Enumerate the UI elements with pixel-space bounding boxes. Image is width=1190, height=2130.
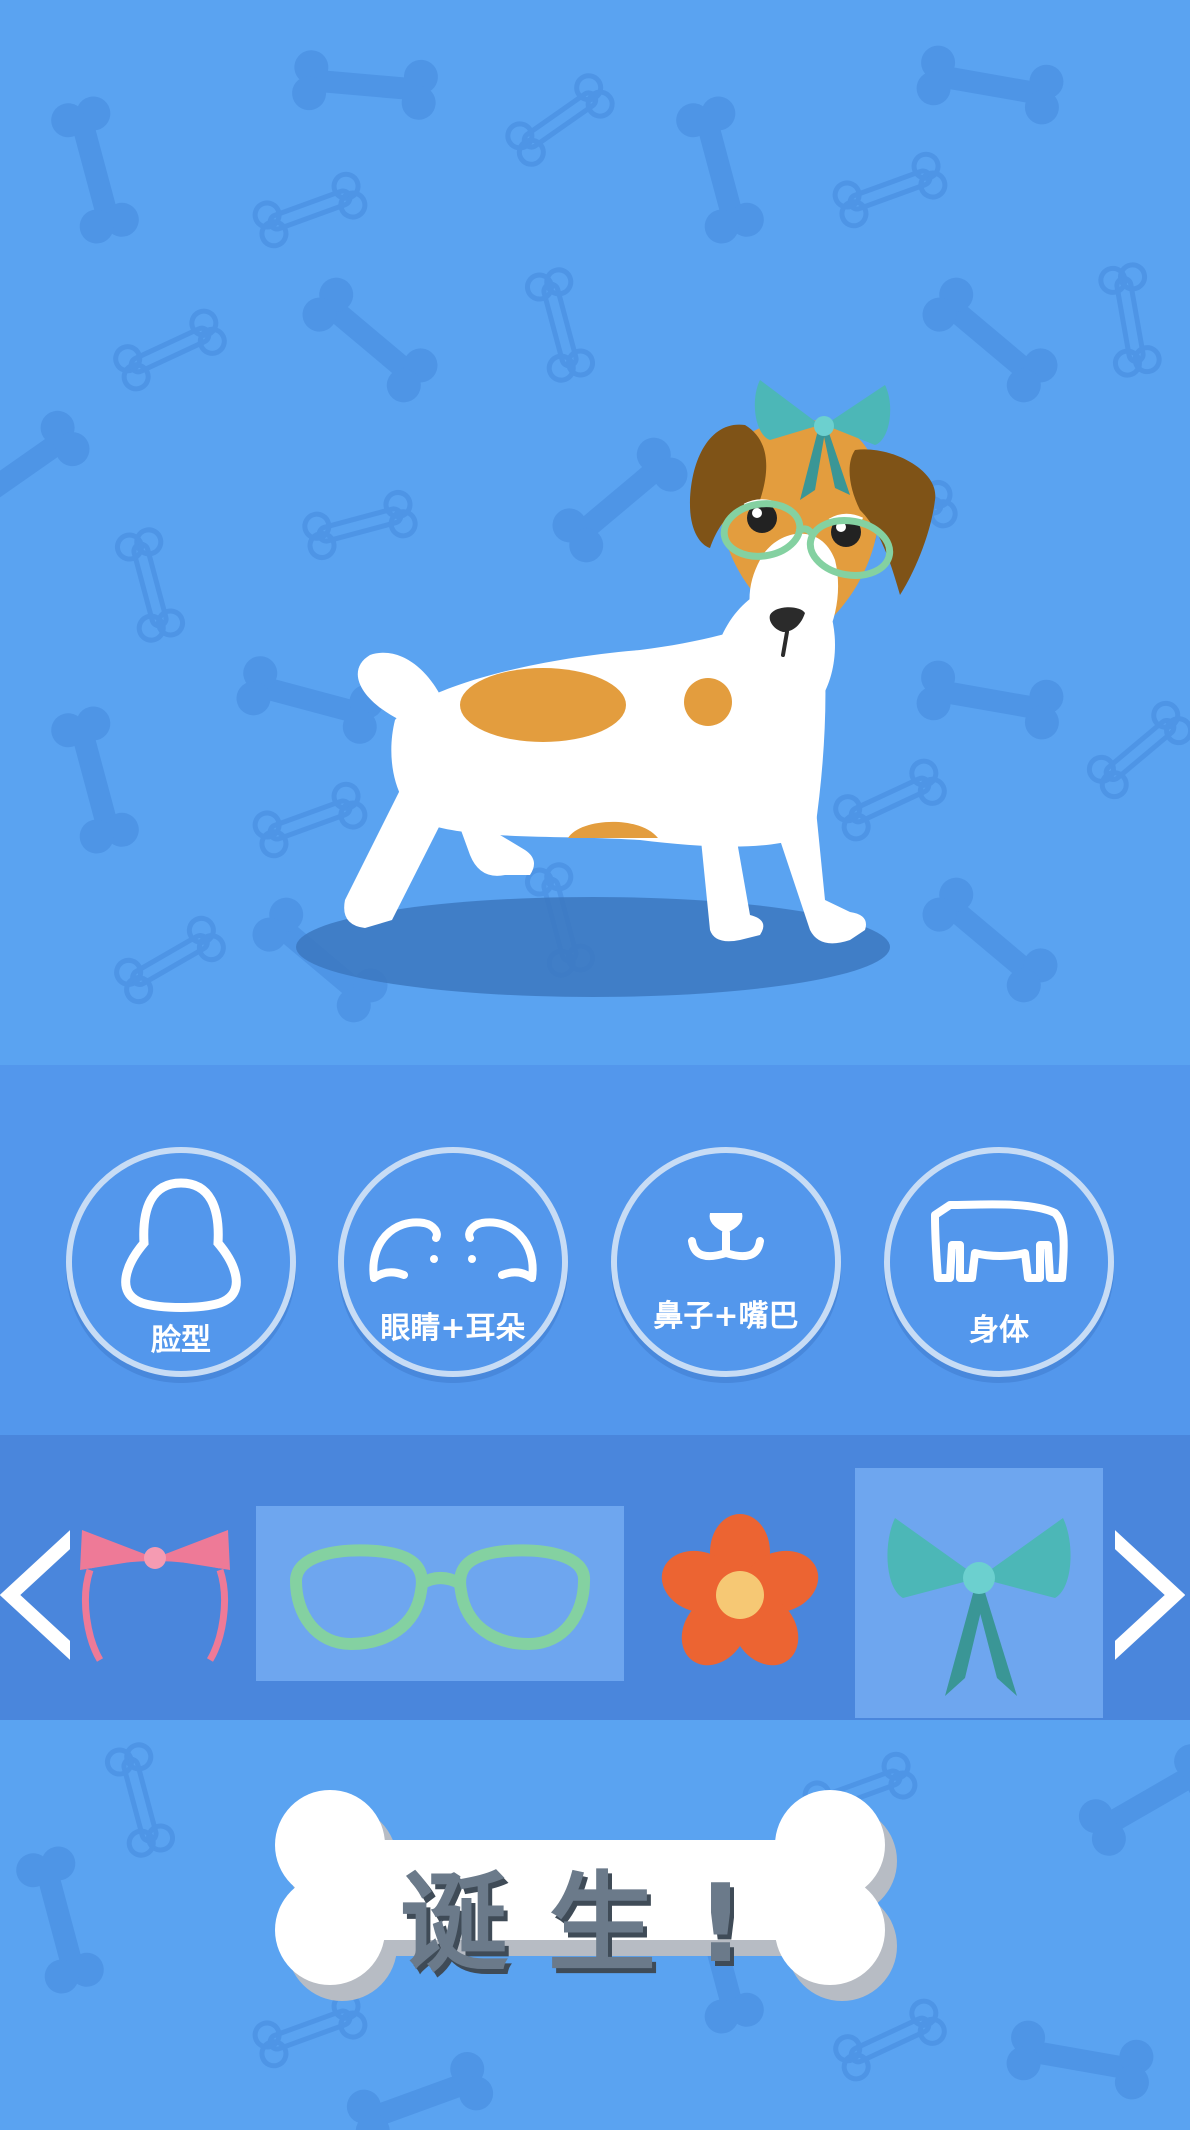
accessory-flower[interactable] [655,1510,825,1675]
next-button[interactable] [1105,1525,1186,1665]
accessory-glasses[interactable] [256,1506,624,1681]
chevron-right-icon [1105,1529,1186,1661]
dog-character [296,380,936,997]
face-shape-label: 脸型 [151,1323,211,1358]
nose-mouth-button[interactable]: 鼻子+嘴巴 [611,1147,841,1377]
eyes-ears-button[interactable]: 眼睛+耳朵 [338,1147,568,1377]
accessory-headband[interactable] [70,1510,240,1665]
dog-front-leg [700,830,764,942]
pink-headband-icon [80,1530,230,1662]
prev-button[interactable] [0,1525,80,1665]
body-button[interactable]: 身体 [884,1147,1114,1377]
birth-label: 诞生! [399,1862,786,1987]
orange-flower-icon [661,1514,819,1666]
face-shape-button[interactable]: 脸型 [66,1147,296,1377]
birth-button[interactable]: 诞生! [260,1785,925,2015]
nose-mouth-label: 鼻子+嘴巴 [653,1299,799,1334]
eyes-ears-label: 眼睛+耳朵 [380,1311,526,1346]
chevron-left-icon [0,1529,80,1661]
accessory-bow[interactable] [855,1468,1103,1718]
dog-spot [460,668,626,742]
teal-bow-icon [887,1518,1071,1696]
nose-mouth-icon [688,1213,764,1260]
green-glasses-icon [289,1544,590,1651]
body-label: 身体 [969,1313,1029,1348]
